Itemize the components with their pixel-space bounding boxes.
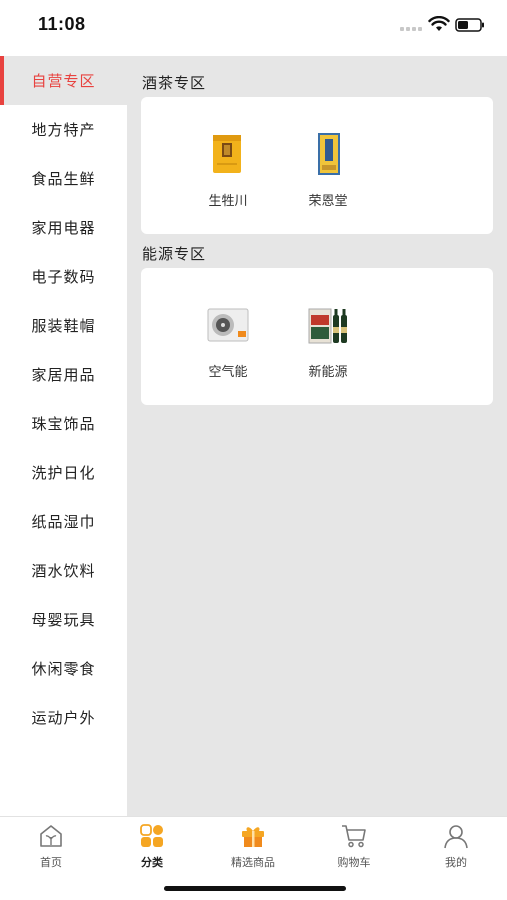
section-title-energy: 能源专区	[142, 246, 207, 263]
wifi-icon	[428, 16, 450, 31]
tab-cart[interactable]: 购物车	[318, 823, 388, 869]
tab-label: 首页	[40, 857, 62, 869]
product-name: 空气能	[208, 364, 248, 379]
section-card-wine-tea: 生牲川 荣恩堂	[141, 97, 493, 234]
status-time: 11:08	[38, 14, 86, 34]
sidebar-item-paper-wipes[interactable]: 纸品湿巾	[0, 497, 127, 546]
category-sidebar: 自营专区 地方特产 食品生鲜 家用电器 电子数码 服装鞋帽 家居用品 珠宝饰品 …	[0, 56, 127, 816]
tab-category[interactable]: 分类	[116, 823, 186, 869]
product-item[interactable]: 生牲川	[191, 130, 261, 210]
oil-gift-set-image	[308, 308, 347, 344]
section-title-wine-tea: 酒茶专区	[142, 75, 207, 92]
tab-label: 分类	[141, 857, 163, 869]
battery-icon	[455, 18, 484, 32]
home-icon	[40, 825, 62, 847]
sidebar-item-drinks[interactable]: 酒水饮料	[0, 546, 127, 595]
sidebar-item-home-goods[interactable]: 家居用品	[0, 350, 127, 399]
sidebar-item-personal-care[interactable]: 洗护日化	[0, 448, 127, 497]
tea-package-image	[213, 135, 241, 173]
category-content: 酒茶专区 生牲川 荣恩堂 能源专区 空气能 新能源	[127, 56, 507, 816]
sidebar-item-apparel[interactable]: 服装鞋帽	[0, 301, 127, 350]
liquor-box-image	[318, 133, 340, 175]
tab-profile[interactable]: 我的	[420, 823, 490, 869]
product-name: 新能源	[308, 364, 348, 379]
sidebar-item-electronics[interactable]: 电子数码	[0, 252, 127, 301]
product-item[interactable]: 空气能	[191, 301, 261, 381]
status-bar: 11:08	[0, 0, 507, 56]
home-indicator	[164, 886, 346, 891]
tab-label: 精选商品	[231, 857, 275, 869]
cart-icon	[342, 825, 366, 848]
product-name: 荣恩堂	[308, 193, 348, 208]
cellular-signal-icon	[400, 27, 422, 31]
sidebar-item-fresh-food[interactable]: 食品生鲜	[0, 154, 127, 203]
sidebar-item-sports-outdoor[interactable]: 运动户外	[0, 693, 127, 742]
sidebar-item-home-appliances[interactable]: 家用电器	[0, 203, 127, 252]
sidebar-item-local-specialties[interactable]: 地方特产	[0, 105, 127, 154]
gift-icon	[242, 827, 264, 847]
tab-label: 购物车	[337, 857, 371, 869]
tab-home[interactable]: 首页	[15, 823, 85, 869]
product-item[interactable]: 荣恩堂	[291, 130, 361, 210]
product-item[interactable]: 新能源	[291, 301, 361, 381]
sidebar-item-snacks[interactable]: 休闲零食	[0, 644, 127, 693]
sidebar-item-self-operated[interactable]: 自营专区	[0, 56, 127, 105]
category-icon	[140, 824, 163, 847]
section-card-energy: 空气能 新能源	[141, 268, 493, 405]
profile-icon	[444, 825, 468, 849]
product-name: 生牲川	[208, 193, 248, 208]
air-energy-unit-image	[207, 308, 249, 342]
tab-label: 我的	[445, 857, 467, 869]
sidebar-item-jewelry[interactable]: 珠宝饰品	[0, 399, 127, 448]
tab-featured[interactable]: 精选商品	[217, 823, 287, 869]
sidebar-item-baby-toys[interactable]: 母婴玩具	[0, 595, 127, 644]
